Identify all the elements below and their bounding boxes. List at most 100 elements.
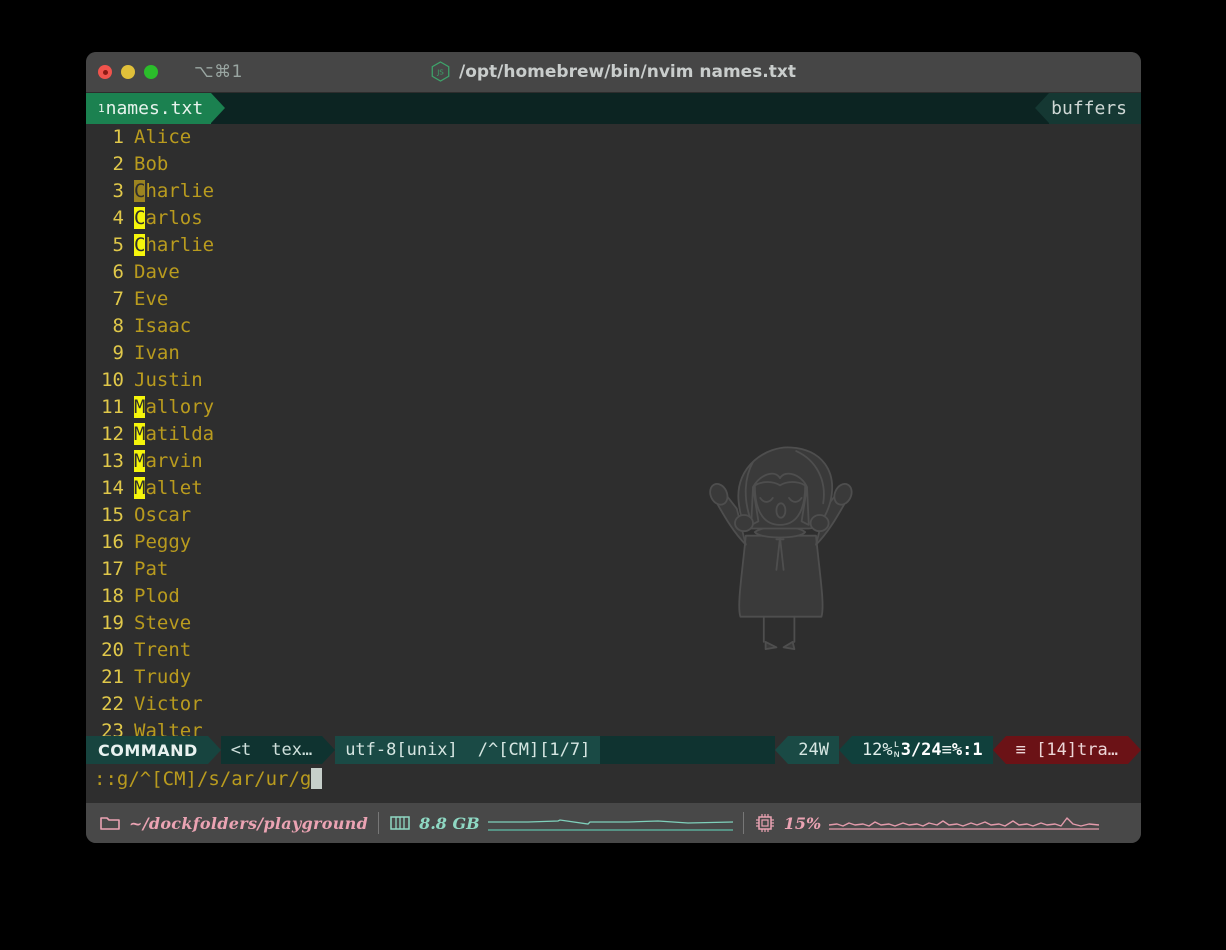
editor-line[interactable]: 7 Eve — [86, 286, 1141, 313]
editor-line[interactable]: 2 Bob — [86, 151, 1141, 178]
status-percent: 12% — [861, 740, 893, 760]
line-text: Carlos — [134, 207, 203, 229]
editor-line[interactable]: 12 Matilda — [86, 421, 1141, 448]
current-folder-path: ~/dockfolders/playground — [129, 813, 369, 833]
editor-line[interactable]: 3 Charlie — [86, 178, 1141, 205]
editor-line[interactable]: 20 Trent — [86, 637, 1141, 664]
buffer-tab-names-txt[interactable]: 1 names.txt — [86, 93, 212, 124]
editor-line[interactable]: 11 Mallory — [86, 394, 1141, 421]
terminal-window: ⌥⌘1 JS /opt/homebrew/bin/nvim names.txt … — [86, 52, 1141, 843]
status-column: %:1 — [951, 740, 983, 760]
editor-line[interactable]: 17 Pat — [86, 556, 1141, 583]
status-diagnostics: ≡ [14]tra… — [1005, 736, 1128, 764]
editor-line[interactable]: 18 Plod — [86, 583, 1141, 610]
editor-line[interactable]: 19 Steve — [86, 610, 1141, 637]
line-text: Isaac — [134, 315, 192, 337]
bottom-status-bar: ~/dockfolders/playground 8.8 GB 15% — [86, 803, 1141, 843]
editor-line[interactable]: 6 Dave — [86, 259, 1141, 286]
tabline-spacer — [225, 93, 1035, 124]
status-sep-3 — [775, 736, 789, 764]
status-search: /^[CM][1/7] — [467, 736, 601, 764]
editor-line[interactable]: 10 Justin — [86, 367, 1141, 394]
line-number: 1 — [112, 126, 124, 148]
editor-line[interactable]: 9 Ivan — [86, 340, 1141, 367]
line-number: 7 — [112, 288, 124, 310]
tab-separator-arrow — [211, 93, 226, 123]
line-text: Mallet — [134, 477, 203, 499]
editor-line[interactable]: 16 Peggy — [86, 529, 1141, 556]
search-match-highlight: M — [134, 423, 146, 445]
memory-group: 8.8 GB — [389, 811, 733, 835]
editor-line[interactable]: 15 Oscar — [86, 502, 1141, 529]
current-folder-group[interactable]: ~/dockfolders/playground — [94, 814, 368, 833]
status-sep-5 — [992, 736, 1006, 764]
editor-line[interactable]: 4 Carlos — [86, 205, 1141, 232]
diagnostics-icon: ≡ — [1015, 740, 1026, 760]
editor-line[interactable]: 22 Victor — [86, 691, 1141, 718]
editor-line[interactable]: 1 Alice — [86, 124, 1141, 151]
line-text: Victor — [134, 693, 203, 715]
line-text: Plod — [134, 585, 180, 607]
line-number: 12 — [101, 423, 124, 445]
statusline: COMMAND <t tex… utf-8[unix] /^[CM][1/7] … — [86, 736, 1141, 764]
line-number: 17 — [101, 558, 124, 580]
buffer-number: 1 — [98, 102, 105, 115]
memory-sparkline — [487, 819, 733, 831]
screen: ⌥⌘1 JS /opt/homebrew/bin/nvim names.txt … — [0, 0, 1226, 950]
command-line-cursor — [311, 768, 323, 789]
line-number: 14 — [101, 477, 124, 499]
line-text: Ivan — [134, 342, 180, 364]
editor-line[interactable]: 14 Mallet — [86, 475, 1141, 502]
status-spacer — [600, 736, 776, 764]
status-percent-sub-bottom: ɴ — [893, 749, 900, 760]
editor-line[interactable]: 21 Trudy — [86, 664, 1141, 691]
cpu-sparkline — [829, 817, 1100, 830]
line-number: 5 — [112, 234, 124, 256]
search-match-highlight: C — [134, 180, 146, 202]
editor-body: 1 names.txt buffers 1 Alice 2 Bob 3 Charlie 4 Ca… — [86, 93, 1141, 843]
line-number: 3 — [112, 180, 124, 202]
status-col-icon: ≡ — [941, 740, 952, 760]
status-filetype: tex… — [261, 736, 323, 764]
line-text: Dave — [134, 261, 180, 283]
command-line[interactable]: ::g/^[CM]/s/ar/ur/g — [86, 764, 1141, 794]
bottom-divider-2 — [742, 812, 744, 834]
line-text: Marvin — [134, 450, 203, 472]
line-text: Oscar — [134, 504, 192, 526]
editor-lines: 1 Alice 2 Bob 3 Charlie 4 Carlos 5 Charlie 6 Dave 7 E… — [86, 124, 1141, 736]
line-number: 4 — [112, 207, 124, 229]
line-text: Pat — [134, 558, 169, 580]
editor-line[interactable]: 8 Isaac — [86, 313, 1141, 340]
window-title: /opt/homebrew/bin/nvim names.txt — [459, 61, 796, 82]
editor-line[interactable]: 5 Charlie — [86, 232, 1141, 259]
js-hexagon-icon: JS — [431, 61, 450, 82]
line-text: Steve — [134, 612, 192, 634]
line-text: Walter — [134, 720, 203, 736]
search-match-highlight: M — [134, 477, 146, 499]
line-text: Charlie — [134, 180, 215, 202]
status-sep-1 — [207, 736, 221, 764]
line-number: 18 — [101, 585, 124, 607]
line-text: Mallory — [134, 396, 215, 418]
search-match-highlight: M — [134, 396, 146, 418]
buffer-name: names.txt — [105, 98, 204, 119]
line-text: Bob — [134, 153, 169, 175]
line-number: 8 — [112, 315, 124, 337]
cpu-group: 15% — [754, 811, 1100, 835]
status-line-position: 3/24 — [900, 740, 942, 760]
tabline: 1 names.txt buffers — [86, 93, 1141, 124]
line-text: Peggy — [134, 531, 192, 553]
status-wordcount: 24W — [788, 736, 839, 764]
bottom-divider-1 — [378, 812, 380, 834]
status-branch: <t — [220, 736, 262, 764]
line-number: 13 — [101, 450, 124, 472]
editor-text-area[interactable]: 1 Alice 2 Bob 3 Charlie 4 Carlos 5 Charlie 6 Dave 7 E… — [86, 124, 1141, 736]
status-mode: COMMAND — [86, 736, 208, 764]
buffers-label[interactable]: buffers — [1049, 93, 1141, 124]
line-number: 21 — [101, 666, 124, 688]
status-sep-6 — [1128, 736, 1141, 764]
editor-line[interactable]: 13 Marvin — [86, 448, 1141, 475]
status-sep-2 — [322, 736, 336, 764]
status-position-group: 12% ʟ ɴ 3/24 ≡ %:1 — [851, 736, 993, 764]
editor-line[interactable]: 23 Walter — [86, 718, 1141, 736]
